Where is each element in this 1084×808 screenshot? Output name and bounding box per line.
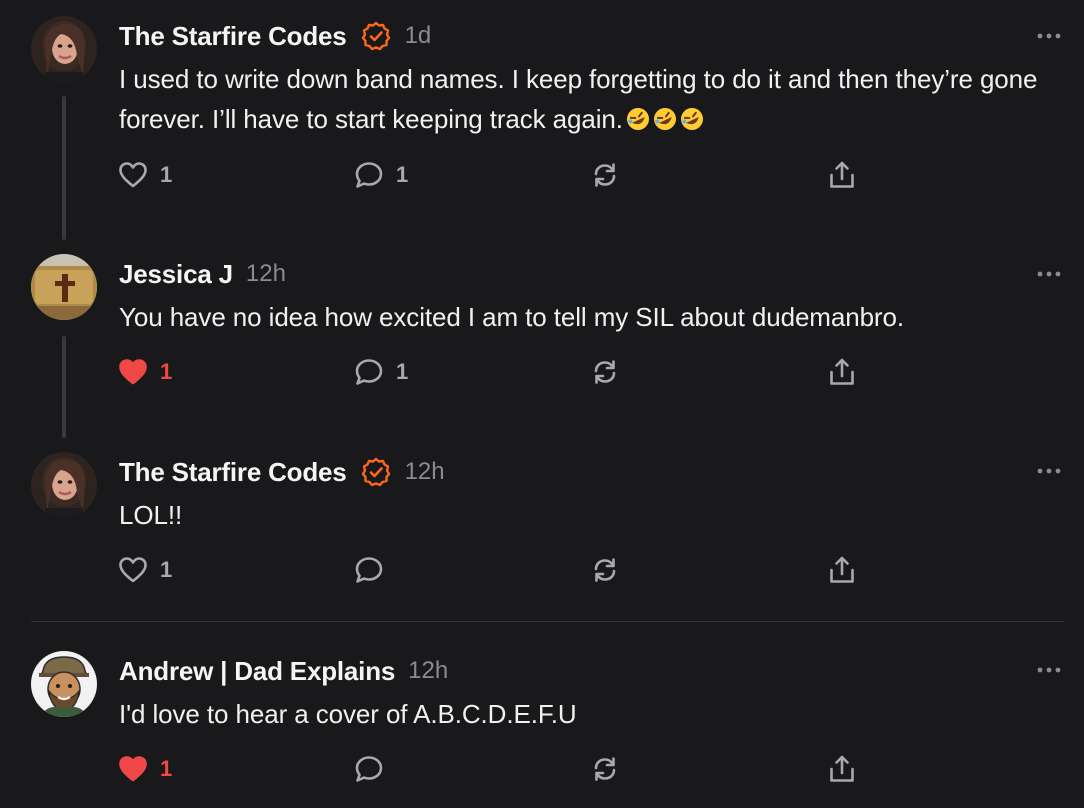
share-button[interactable]: [828, 553, 856, 587]
comment-bubble-icon: [355, 359, 383, 385]
author-name[interactable]: Jessica J: [119, 259, 233, 290]
comment-header: Jessica J 12h: [119, 257, 286, 291]
more-dots-icon[interactable]: [1036, 665, 1062, 675]
restack-button[interactable]: [591, 355, 619, 389]
reply-button[interactable]: [354, 752, 384, 786]
reply-button[interactable]: 1: [354, 355, 408, 389]
reply-button[interactable]: 1: [354, 158, 408, 192]
like-button[interactable]: 1: [118, 553, 172, 587]
more-dots-icon[interactable]: [1036, 31, 1062, 41]
cross-avatar-image: [31, 254, 97, 320]
comment-header: Andrew | Dad Explains 12h: [119, 654, 448, 688]
comment-header: The Starfire Codes 12h: [119, 455, 445, 489]
comment-text: LOL!!: [119, 500, 183, 530]
laughing-emoji-icon: [626, 102, 650, 130]
reply-count: 1: [396, 162, 409, 187]
verified-badge-icon: [361, 457, 391, 487]
share-icon: [830, 161, 854, 188]
restack-button[interactable]: [591, 158, 619, 192]
comment-actions: 1 1: [0, 158, 1084, 192]
comment-text: I used to write down band names. I keep …: [119, 59, 1049, 139]
timestamp: 12h: [245, 260, 286, 287]
comment-bubble-icon: [355, 162, 383, 188]
share-button[interactable]: [828, 752, 856, 786]
like-button[interactable]: 1: [118, 158, 172, 192]
comment-actions: 1 1: [0, 355, 1084, 389]
comment-text-content: I used to write down band names. I keep …: [119, 64, 1038, 134]
share-icon: [830, 556, 854, 583]
starfire-avatar-image: [31, 16, 97, 82]
avatar[interactable]: [31, 651, 97, 717]
reply-button[interactable]: [354, 553, 384, 587]
comment-actions: 1: [0, 553, 1084, 587]
comment-text: You have no idea how excited I am to tel…: [119, 302, 904, 332]
share-icon: [830, 755, 854, 782]
timestamp: 1d: [404, 22, 432, 49]
comment-bubble-icon: [355, 557, 383, 583]
restack-icon: [594, 558, 616, 582]
comment: The Starfire Codes 12h LOL!! 1: [0, 452, 1084, 612]
more-dots-icon[interactable]: [1036, 269, 1062, 279]
like-button[interactable]: 1: [118, 752, 172, 786]
share-button[interactable]: [828, 158, 856, 192]
comment: Jessica J 12h You have no idea how excit…: [0, 254, 1084, 444]
divider: [31, 621, 1064, 622]
like-count: 1: [160, 557, 173, 582]
restack-icon: [594, 360, 616, 384]
like-count: 1: [160, 359, 173, 384]
verified-badge-icon: [361, 21, 391, 51]
comment-actions: 1: [0, 752, 1084, 786]
avatar[interactable]: [31, 254, 97, 320]
avatar[interactable]: [31, 452, 97, 518]
heart-icon: [119, 756, 147, 782]
avatar[interactable]: [31, 16, 97, 82]
restack-button[interactable]: [591, 752, 619, 786]
share-icon: [830, 358, 854, 385]
author-name[interactable]: The Starfire Codes: [119, 457, 347, 488]
laughing-emoji-icon: [680, 102, 704, 130]
reply-count: 1: [396, 359, 409, 384]
comment: The Starfire Codes 1d I used to write do…: [0, 16, 1084, 246]
like-count: 1: [160, 162, 173, 187]
heart-icon: [119, 359, 147, 385]
restack-button[interactable]: [591, 553, 619, 587]
comment-feed: The Starfire Codes 1d I used to write do…: [0, 0, 1084, 808]
restack-icon: [594, 163, 616, 187]
author-name[interactable]: The Starfire Codes: [119, 21, 347, 52]
timestamp: 12h: [408, 657, 449, 684]
restack-icon: [594, 757, 616, 781]
comment-text: I'd love to hear a cover of A.B.C.D.E.F.…: [119, 699, 577, 729]
like-button[interactable]: 1: [118, 355, 172, 389]
comment: Andrew | Dad Explains 12h I'd love to he…: [0, 651, 1084, 801]
author-name[interactable]: Andrew | Dad Explains: [119, 656, 395, 687]
comment-bubble-icon: [355, 756, 383, 782]
like-count: 1: [160, 756, 173, 781]
starfire-avatar-image: [31, 452, 97, 518]
timestamp: 12h: [404, 458, 445, 485]
heart-icon: [119, 162, 147, 188]
cartoon-man-avatar-image: [31, 651, 97, 717]
heart-icon: [119, 557, 147, 583]
comment-header: The Starfire Codes 1d: [119, 19, 431, 53]
more-dots-icon[interactable]: [1036, 466, 1062, 476]
laughing-emoji-icon: [653, 102, 677, 130]
share-button[interactable]: [828, 355, 856, 389]
